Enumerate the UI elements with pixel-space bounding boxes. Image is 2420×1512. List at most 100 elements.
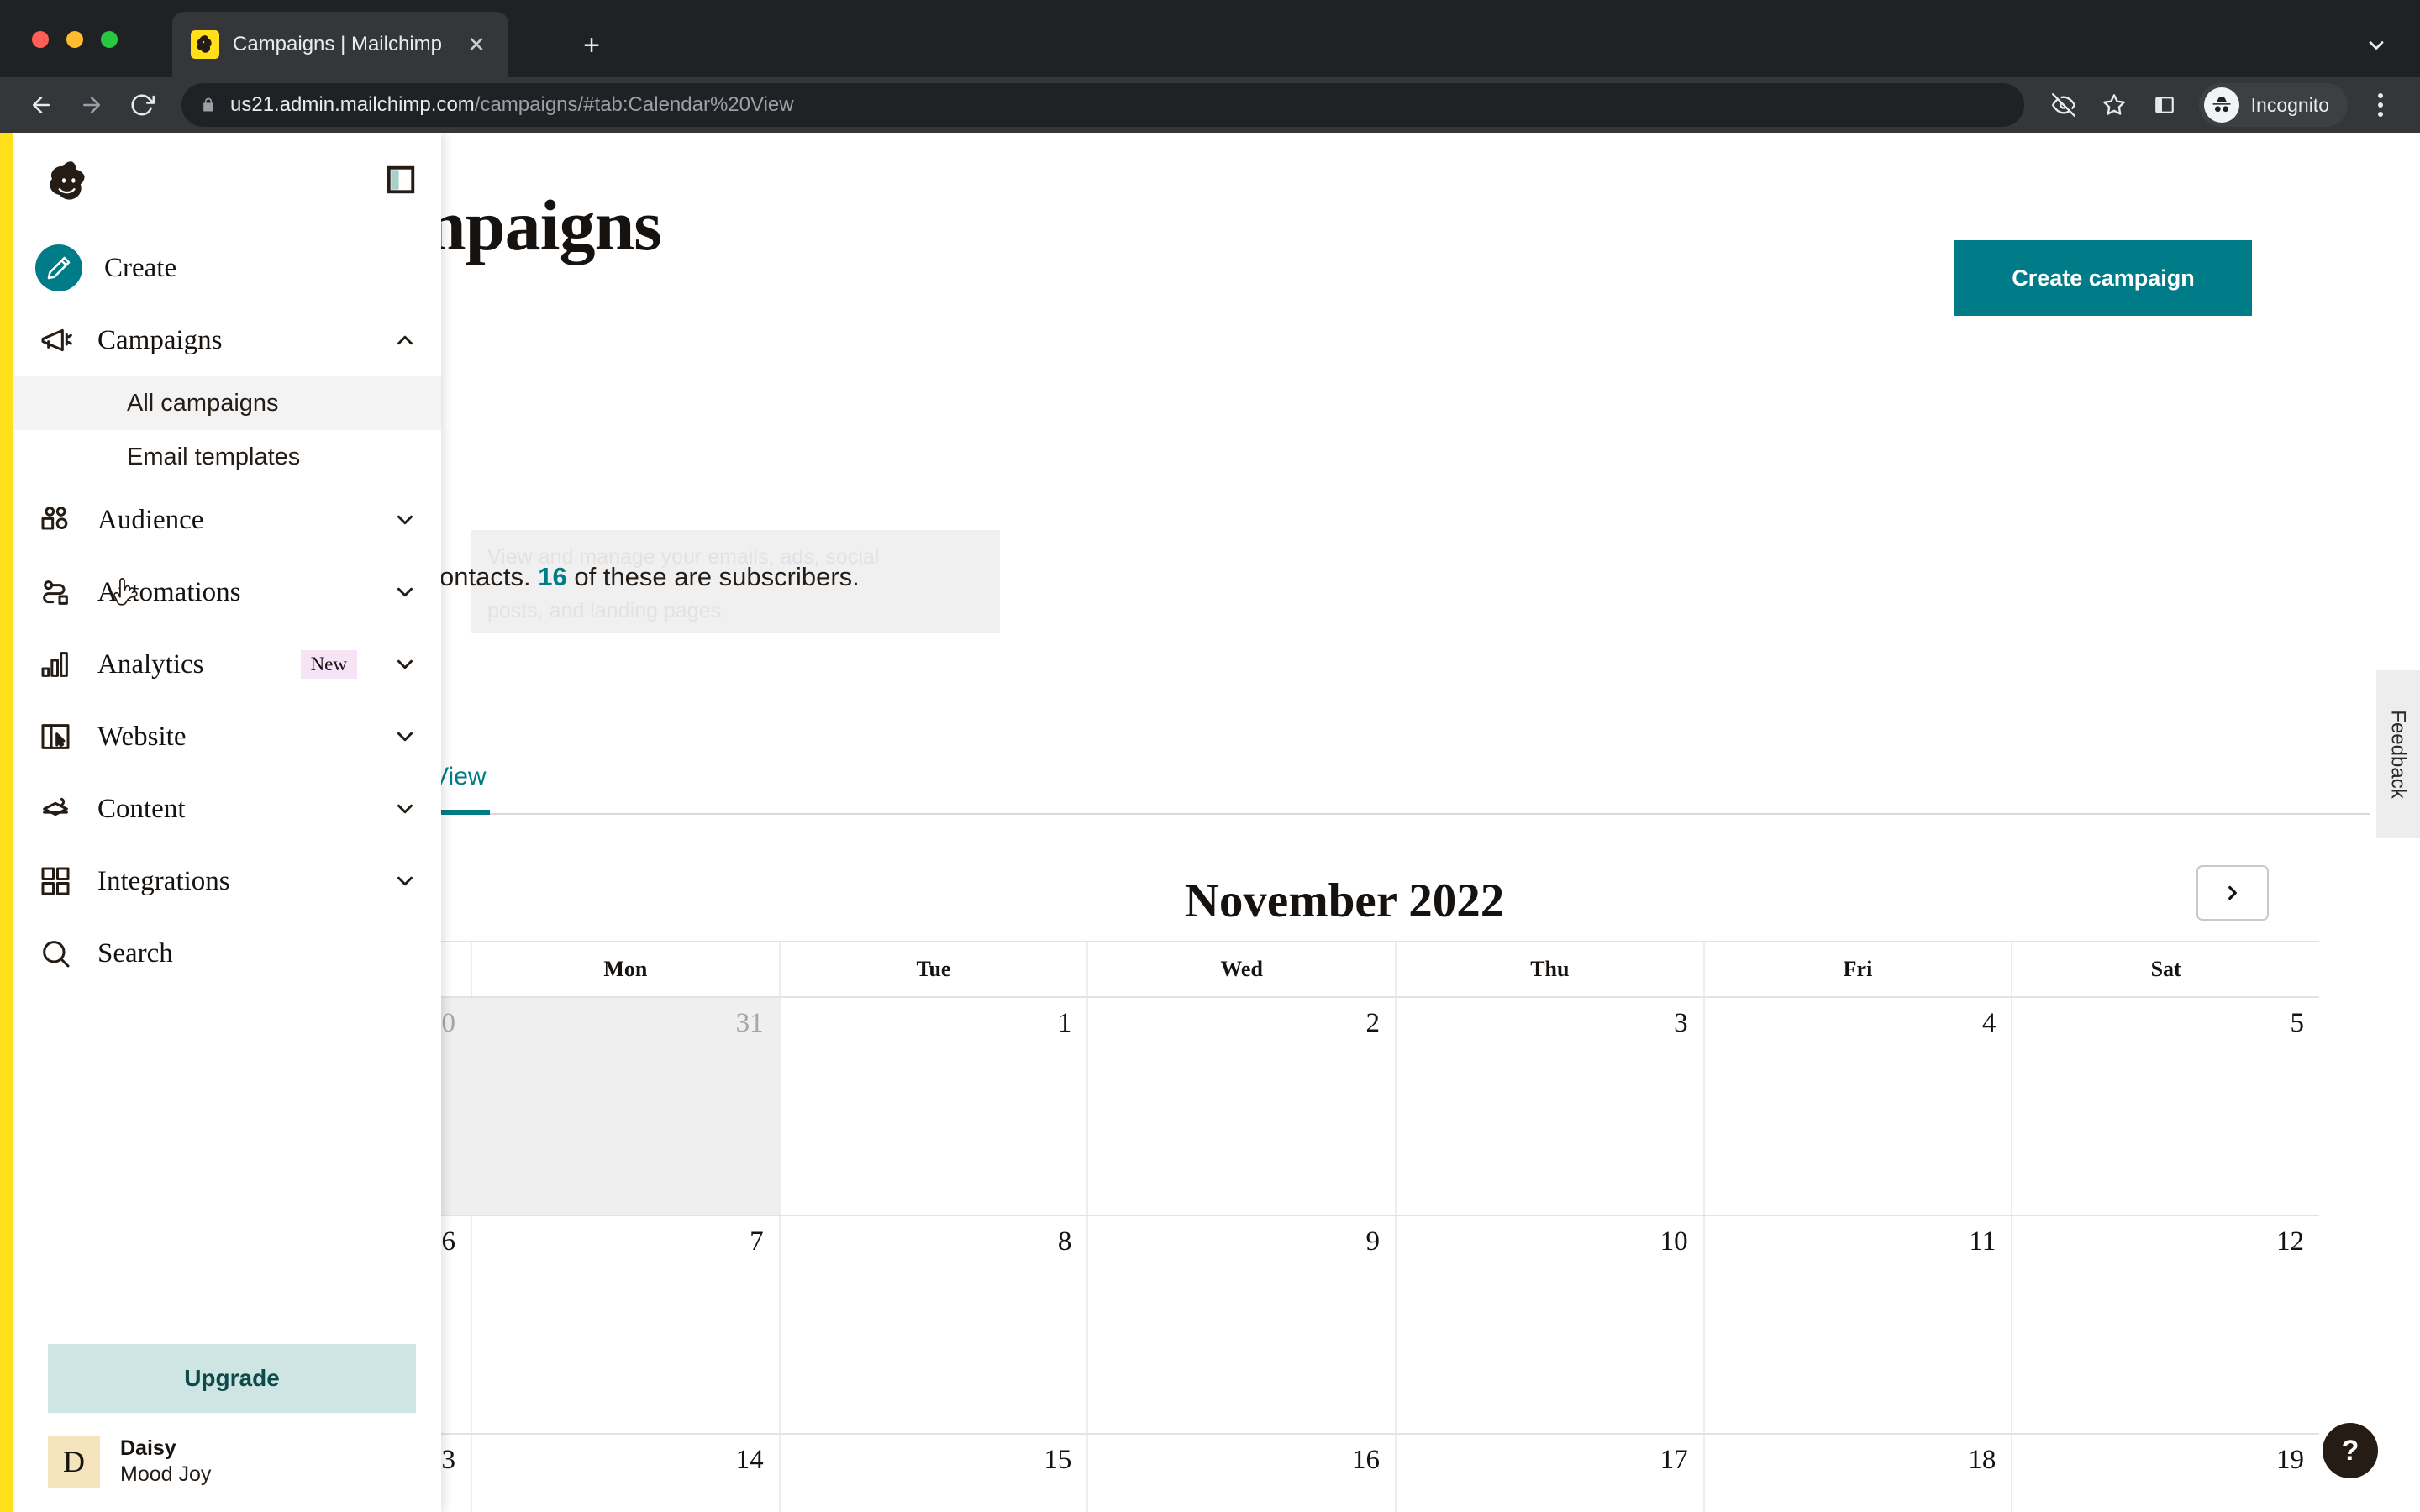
mouse-cursor-pointer-icon bbox=[113, 578, 138, 606]
create-campaign-button[interactable]: Create campaign bbox=[1954, 240, 2252, 316]
sidebar-item-website[interactable]: Website bbox=[13, 701, 441, 773]
browser-tabstrip: Campaigns | Mailchimp ✕ + bbox=[0, 0, 2420, 77]
sidebar-item-search[interactable]: Search bbox=[13, 917, 441, 990]
feedback-tab[interactable]: Feedback bbox=[2376, 670, 2420, 838]
calendar-weeks: 30 31 1 2 3 4 5 6 7 8 9 10 11 12 13 14 15 16 17 18 19 bbox=[319, 998, 2319, 1512]
sidebar-item-content[interactable]: Content bbox=[13, 773, 441, 845]
new-tab-button[interactable]: + bbox=[571, 25, 612, 66]
feedback-label: Feedback bbox=[2387, 710, 2410, 799]
chevron-down-icon[interactable] bbox=[392, 796, 418, 822]
sidebar-item-automations[interactable]: Automations bbox=[13, 556, 441, 628]
calendar-day-header: Wed bbox=[1086, 942, 1395, 996]
minimize-window-button[interactable] bbox=[66, 31, 83, 48]
sidebar-subitem-all-campaigns[interactable]: All campaigns bbox=[13, 376, 441, 430]
calendar-day-cell[interactable]: 3 bbox=[1394, 998, 1703, 1215]
search-icon bbox=[35, 933, 76, 974]
side-panel-icon[interactable] bbox=[2142, 82, 2187, 128]
chevron-down-icon[interactable] bbox=[392, 652, 418, 677]
calendar-day-number: 1 bbox=[1057, 1008, 1072, 1038]
address-bar[interactable]: us21.admin.mailchimp.com/campaigns/#tab:… bbox=[182, 83, 2024, 127]
user-name: Daisy bbox=[120, 1436, 176, 1460]
calendar-day-cell[interactable]: 12 bbox=[2011, 1216, 2319, 1433]
chevron-down-icon[interactable] bbox=[392, 580, 418, 605]
calendar-day-cell[interactable]: 2 bbox=[1086, 998, 1395, 1215]
chevron-down-icon[interactable] bbox=[392, 724, 418, 749]
sidebar-item-audience[interactable]: Audience bbox=[13, 484, 441, 556]
close-window-button[interactable] bbox=[32, 31, 49, 48]
calendar-day-number: 18 bbox=[1968, 1445, 1996, 1475]
calendar-day-number: 16 bbox=[1351, 1445, 1380, 1475]
calendar-day-number: 7 bbox=[750, 1226, 764, 1257]
calendar-day-number: 5 bbox=[2290, 1008, 2304, 1038]
calendar-day-header: Tue bbox=[778, 942, 1087, 996]
calendar-day-cell[interactable]: 16 bbox=[1086, 1435, 1395, 1512]
calendar-day-number: 6 bbox=[441, 1226, 456, 1257]
tab-search-chevron-down-icon[interactable] bbox=[2358, 27, 2395, 64]
calendar-day-number: 17 bbox=[1660, 1445, 1688, 1475]
calendar-day-cell[interactable]: 7 bbox=[471, 1216, 779, 1433]
close-tab-button[interactable]: ✕ bbox=[460, 28, 493, 61]
calendar-next-month-button[interactable] bbox=[2196, 865, 2269, 921]
help-button[interactable]: ? bbox=[2323, 1423, 2378, 1478]
calendar-day-cell[interactable]: 5 bbox=[2011, 998, 2319, 1215]
sidebar-subitem-label: All campaigns bbox=[127, 389, 279, 417]
calendar-day-cell[interactable]: 14 bbox=[471, 1435, 779, 1512]
website-icon bbox=[35, 717, 76, 757]
browser-tab-title: Campaigns | Mailchimp bbox=[233, 33, 442, 55]
calendar-week-row: 30 31 1 2 3 4 5 bbox=[319, 998, 2319, 1216]
upgrade-button[interactable]: Upgrade bbox=[48, 1344, 416, 1413]
browser-menu-button[interactable] bbox=[2360, 82, 2402, 128]
calendar-day-header: Sat bbox=[2011, 942, 2319, 996]
calendar-day-cell[interactable]: 19 bbox=[2011, 1435, 2319, 1512]
calendar-day-cell[interactable]: 1 bbox=[778, 998, 1087, 1215]
calendar-day-cell[interactable]: 17 bbox=[1394, 1435, 1703, 1512]
sidebar-item-campaigns[interactable]: Campaigns bbox=[13, 304, 441, 376]
integrations-icon bbox=[35, 861, 76, 901]
calendar-day-number: 10 bbox=[1660, 1226, 1688, 1257]
audience-summary: View and manage your emails, ads, social… bbox=[319, 530, 2370, 633]
sidebar-item-label: Analytics bbox=[97, 648, 204, 680]
chevron-up-icon[interactable] bbox=[392, 328, 418, 353]
mailchimp-favicon-icon bbox=[191, 30, 219, 59]
tracking-protection-eye-off-icon[interactable] bbox=[2041, 82, 2086, 128]
content-icon bbox=[35, 789, 76, 829]
calendar-day-number: 15 bbox=[1044, 1445, 1072, 1475]
audience-icon bbox=[35, 500, 76, 540]
calendar-header: November 2022 bbox=[319, 838, 2370, 939]
calendar-day-number: 2 bbox=[1365, 1008, 1380, 1038]
sidebar-subitem-email-templates[interactable]: Email templates bbox=[13, 430, 441, 484]
calendar-day-cell[interactable]: 15 bbox=[778, 1435, 1087, 1512]
summary-suffix: of these are subscribers. bbox=[566, 562, 860, 591]
sidebar-item-label: Campaigns bbox=[97, 324, 223, 355]
back-button[interactable] bbox=[18, 82, 64, 128]
calendar-day-cell[interactable]: 4 bbox=[1702, 998, 2012, 1215]
reload-button[interactable] bbox=[119, 82, 165, 128]
address-bar-url: us21.admin.mailchimp.com/campaigns/#tab:… bbox=[230, 93, 794, 117]
collapse-sidebar-icon[interactable] bbox=[386, 165, 416, 195]
browser-tab[interactable]: Campaigns | Mailchimp ✕ bbox=[172, 12, 508, 77]
calendar-day-number: 14 bbox=[735, 1445, 764, 1475]
calendar-day-cell[interactable]: 8 bbox=[778, 1216, 1087, 1433]
calendar-day-number: 31 bbox=[735, 1008, 764, 1038]
incognito-avatar-icon bbox=[2203, 87, 2239, 123]
forward-button[interactable] bbox=[69, 82, 114, 128]
analytics-icon bbox=[35, 644, 76, 685]
user-profile[interactable]: D Daisy Mood Joy bbox=[48, 1428, 424, 1495]
calendar-day-cell[interactable]: 10 bbox=[1394, 1216, 1703, 1433]
calendar-day-cell[interactable]: 18 bbox=[1702, 1435, 2012, 1512]
calendar-week-row: 13 14 15 16 17 18 19 bbox=[319, 1435, 2319, 1512]
sidebar-item-label: Website bbox=[97, 721, 187, 752]
sidebar-item-create[interactable]: Create bbox=[13, 232, 441, 304]
sidebar-item-integrations[interactable]: Integrations bbox=[13, 845, 441, 917]
calendar-day-cell[interactable]: 31 bbox=[471, 998, 779, 1215]
chevron-down-icon[interactable] bbox=[392, 507, 418, 533]
calendar-day-cell[interactable]: 11 bbox=[1702, 1216, 2012, 1433]
calendar-day-cell[interactable]: 9 bbox=[1086, 1216, 1395, 1433]
calendar-month-label: November 2022 bbox=[1184, 874, 1505, 927]
profile-incognito-button[interactable]: Incognito bbox=[2198, 83, 2348, 127]
chevron-down-icon[interactable] bbox=[392, 869, 418, 894]
sidebar-item-analytics[interactable]: Analytics New bbox=[13, 628, 441, 701]
maximize-window-button[interactable] bbox=[101, 31, 118, 48]
calendar-day-number: 19 bbox=[2275, 1445, 2304, 1475]
bookmark-star-icon[interactable] bbox=[2091, 82, 2137, 128]
